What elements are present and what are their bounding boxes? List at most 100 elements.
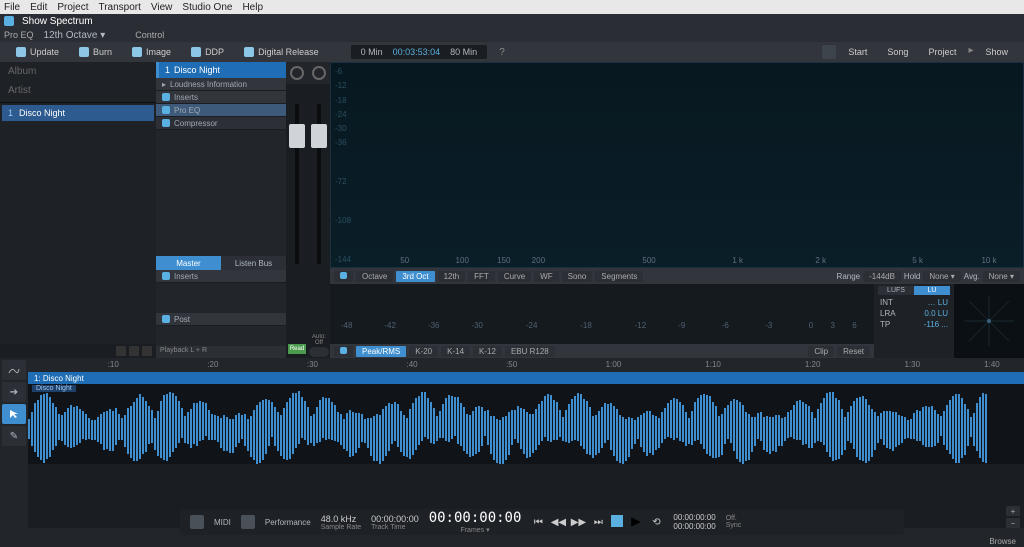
meter-power[interactable] bbox=[334, 346, 353, 357]
spectrum-display[interactable]: -6 -12 -18 -24 -30 -36 -72 -108 -144 50 … bbox=[330, 62, 1024, 268]
fader-thumb[interactable] bbox=[311, 124, 327, 148]
track-fader[interactable]: Read bbox=[286, 84, 308, 358]
insert-proeq[interactable]: Pro EQ bbox=[156, 104, 286, 117]
read-button[interactable]: Read bbox=[288, 344, 306, 354]
octave-select[interactable]: 12th Octave ▾ bbox=[44, 30, 106, 41]
mode-segments[interactable]: Segments bbox=[595, 271, 643, 282]
browse-button[interactable]: Browse bbox=[989, 537, 1016, 546]
menu-transport[interactable]: Transport bbox=[98, 2, 140, 13]
digital-release-button[interactable]: Digital Release bbox=[236, 45, 327, 59]
tab-master[interactable]: Master bbox=[156, 256, 221, 270]
timeline-ruler[interactable]: :10 :20 :30 :40 :50 1:00 1:10 1:20 1:30 … bbox=[28, 358, 1024, 372]
waveform-clip[interactable]: Disco Night bbox=[28, 384, 1024, 464]
post-header[interactable]: Post bbox=[156, 313, 286, 326]
play-button[interactable] bbox=[629, 515, 643, 529]
chevron-icon[interactable]: ▸ bbox=[968, 45, 973, 59]
help-icon[interactable]: ? bbox=[499, 47, 505, 58]
power-icon[interactable] bbox=[162, 315, 170, 323]
zoom-controls: + − bbox=[1006, 506, 1020, 528]
tab-listen[interactable]: Listen Bus bbox=[221, 256, 286, 270]
frames-label[interactable]: Frames ▾ bbox=[460, 526, 489, 534]
stop-button[interactable] bbox=[611, 515, 623, 527]
mode-fft[interactable]: FFT bbox=[468, 271, 495, 282]
toolbar: Update Burn Image DDP Digital Release 0 … bbox=[0, 42, 1024, 62]
show-button[interactable]: Show bbox=[977, 45, 1016, 59]
mode-octave[interactable]: Octave bbox=[356, 271, 393, 282]
menu-file[interactable]: File bbox=[4, 2, 20, 13]
pan-knob[interactable] bbox=[308, 62, 330, 84]
forward-end-button[interactable]: ⏭ bbox=[591, 515, 605, 529]
master-fader[interactable] bbox=[308, 84, 330, 334]
menu-edit[interactable]: Edit bbox=[30, 2, 47, 13]
burn-button[interactable]: Burn bbox=[71, 45, 120, 59]
zoom-in[interactable]: + bbox=[1006, 506, 1020, 516]
inspector-track[interactable]: 1 Disco Night bbox=[156, 62, 286, 78]
image-button[interactable]: Image bbox=[124, 45, 179, 59]
download-icon[interactable] bbox=[822, 45, 836, 59]
mini-btn[interactable] bbox=[116, 346, 126, 356]
mode-12th[interactable]: 12th bbox=[438, 271, 466, 282]
inserts2-header[interactable]: Inserts bbox=[156, 270, 286, 283]
fader-thumb[interactable] bbox=[289, 124, 305, 148]
tab-lufs[interactable]: LUFS bbox=[878, 286, 914, 295]
perf-icon[interactable] bbox=[241, 515, 255, 529]
playback-label: Playback L + R bbox=[156, 346, 286, 358]
tab-lu[interactable]: LU bbox=[914, 286, 950, 295]
analyzer-panel: -6 -12 -18 -24 -30 -36 -72 -108 -144 50 … bbox=[330, 62, 1024, 358]
range-select[interactable]: -144dB bbox=[863, 271, 901, 282]
time-start: 0 Min bbox=[361, 47, 383, 57]
inspector-track-name: Disco Night bbox=[174, 65, 220, 75]
mode-wf[interactable]: WF bbox=[534, 271, 558, 282]
power-icon[interactable] bbox=[162, 272, 170, 280]
rewind-button[interactable]: ◀◀ bbox=[551, 515, 565, 529]
power-icon[interactable] bbox=[162, 106, 170, 114]
tool-arrow[interactable]: ➔ bbox=[2, 382, 26, 402]
menu-studioone[interactable]: Studio One bbox=[182, 2, 232, 13]
meter-k12[interactable]: K-12 bbox=[473, 346, 502, 357]
insert-compressor[interactable]: Compressor bbox=[156, 117, 286, 130]
power-icon[interactable] bbox=[162, 93, 170, 101]
mini-btn[interactable] bbox=[129, 346, 139, 356]
meter-area: -48 -42 -36 -30 -24 -18 -12 -9 -6 -3 0 3… bbox=[330, 284, 1024, 358]
zoom-out[interactable]: − bbox=[1006, 518, 1020, 528]
update-button[interactable]: Update bbox=[8, 45, 67, 59]
loudness-panel: LUFS LU INT… LU LRA0.0 LU TP-116 ... bbox=[874, 284, 954, 358]
meter-k14[interactable]: K-14 bbox=[441, 346, 470, 357]
mode-3rdoct[interactable]: 3rd Oct bbox=[396, 271, 434, 282]
power-button[interactable] bbox=[334, 271, 353, 282]
tool-automation[interactable] bbox=[2, 360, 26, 380]
mode-curve[interactable]: Curve bbox=[498, 271, 531, 282]
power-icon[interactable] bbox=[162, 119, 170, 127]
pan-knob[interactable] bbox=[286, 62, 308, 84]
ddp-button[interactable]: DDP bbox=[183, 45, 232, 59]
meter-ebu[interactable]: EBU R128 bbox=[505, 346, 555, 357]
toggle-switch[interactable] bbox=[309, 347, 329, 357]
menu-view[interactable]: View bbox=[151, 2, 173, 13]
metronome-icon[interactable] bbox=[190, 515, 204, 529]
menu-help[interactable]: Help bbox=[242, 2, 263, 13]
rewind-start-button[interactable]: ⏮ bbox=[531, 515, 545, 529]
tool-pointer[interactable] bbox=[2, 404, 26, 424]
bus-tabs: Master Listen Bus bbox=[156, 256, 286, 270]
song-button[interactable]: Song bbox=[879, 45, 916, 59]
mini-btn[interactable] bbox=[142, 346, 152, 356]
loop-button[interactable]: ⟲ bbox=[649, 515, 663, 529]
main-timecode[interactable]: 00:00:00:00 bbox=[429, 510, 522, 526]
meter-peakrms[interactable]: Peak/RMS bbox=[356, 346, 406, 357]
loudness-info-row[interactable]: ▸Loudness Information bbox=[156, 78, 286, 91]
reset-button[interactable]: Reset bbox=[837, 346, 870, 357]
mode-sono[interactable]: Sono bbox=[562, 271, 593, 282]
menu-project[interactable]: Project bbox=[57, 2, 88, 13]
tool-pencil[interactable]: ✎ bbox=[2, 426, 26, 446]
clip-button[interactable]: Clip bbox=[808, 346, 834, 357]
timeline-track-header[interactable]: 1: Disco Night bbox=[28, 372, 1024, 384]
track-item[interactable]: 1 Disco Night bbox=[2, 105, 154, 121]
hold-select[interactable]: None ▾ bbox=[923, 271, 960, 282]
avg-select[interactable]: None ▾ bbox=[983, 271, 1020, 282]
inserts-header[interactable]: Inserts bbox=[156, 91, 286, 104]
meter-k20[interactable]: K-20 bbox=[409, 346, 438, 357]
project-button[interactable]: Project bbox=[920, 45, 964, 59]
forward-button[interactable]: ▶▶ bbox=[571, 515, 585, 529]
hold-label: Hold bbox=[904, 272, 920, 281]
start-button[interactable]: Start bbox=[840, 45, 875, 59]
